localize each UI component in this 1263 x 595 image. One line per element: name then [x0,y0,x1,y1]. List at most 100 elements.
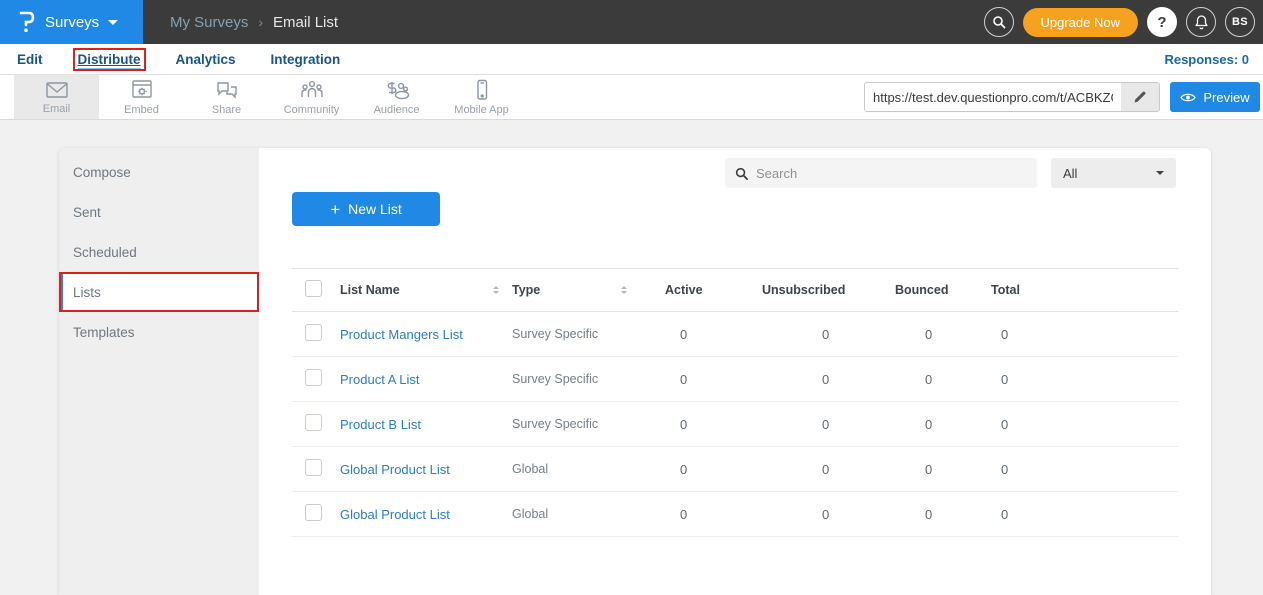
table-header-row: List Name Type Active Unsubscribed Bounc… [292,268,1178,312]
active-count: 0 [660,327,760,342]
new-list-button[interactable]: + New List [292,192,440,226]
list-search-input[interactable] [756,166,1027,181]
distribute-tab-embed[interactable]: Embed [99,75,184,119]
distribute-tab-community[interactable]: Community [269,75,354,119]
upgrade-button[interactable]: Upgrade Now [1023,8,1139,37]
list-name-link[interactable]: Global Product List [340,507,450,522]
survey-url-input[interactable] [865,83,1121,111]
breadcrumb-separator: › [258,14,263,30]
survey-url-group [864,82,1160,112]
bounced-count: 0 [895,327,990,342]
distribute-tab-mobile-app[interactable]: Mobile App [439,75,524,119]
bell-icon [1194,14,1209,30]
audience-icon [383,78,411,102]
tab-distribute[interactable]: Distribute [75,50,144,69]
survey-nav: Edit Distribute Analytics Integration Respo… [0,44,1263,75]
community-icon [298,78,326,102]
unsubscribed-count: 0 [760,327,895,342]
distribute-tab-email[interactable]: Email [14,75,99,119]
list-filter-dropdown[interactable]: All [1051,158,1176,188]
sidebar-item-scheduled[interactable]: Scheduled [59,232,259,272]
total-count: 0 [990,327,1178,342]
col-active: Active [660,283,760,297]
tab-analytics[interactable]: Analytics [173,50,239,69]
sort-type-icon[interactable] [621,286,627,294]
share-icon [214,79,240,102]
unsubscribed-count: 0 [760,372,895,387]
table-row: Product B ListSurvey Specific0000 [292,402,1178,447]
total-count: 0 [990,462,1178,477]
notifications-button[interactable] [1186,7,1216,37]
list-type: Global [512,462,548,476]
breadcrumb: My Surveys › Email List [170,14,338,31]
eye-icon [1180,92,1196,103]
search-button[interactable] [984,7,1014,37]
search-icon [992,15,1006,29]
row-checkbox[interactable] [305,324,322,341]
unsubscribed-count: 0 [760,417,895,432]
questionpro-logo-icon [18,10,36,34]
responses-count[interactable]: Responses: 0 [1164,52,1249,67]
breadcrumb-parent[interactable]: My Surveys [170,14,248,31]
col-type[interactable]: Type [512,283,540,297]
distribute-toolbar: Email Embed Share Community [0,75,1263,120]
breadcrumb-current: Email List [273,14,338,31]
total-count: 0 [990,417,1178,432]
col-list-name[interactable]: List Name [340,283,400,297]
email-lists-table: List Name Type Active Unsubscribed Bounc… [292,268,1178,537]
col-bounced: Bounced [895,283,990,297]
plus-icon: + [330,201,340,218]
sort-list-name-icon[interactable] [493,286,499,294]
row-checkbox[interactable] [305,369,322,386]
distribute-tab-audience[interactable]: Audience [354,75,439,119]
product-switcher[interactable]: Surveys [0,0,143,44]
list-name-link[interactable]: Product A List [340,372,420,387]
email-sidebar: ComposeSentScheduledListsTemplates [59,148,259,595]
row-checkbox[interactable] [305,459,322,476]
mobile-app-icon [469,78,495,102]
tab-edit[interactable]: Edit [14,50,46,69]
tab-label: Edit [17,52,43,67]
chevron-down-icon [108,20,118,30]
total-count: 0 [990,372,1178,387]
col-total: Total [990,283,1178,297]
filter-selected-value: All [1063,166,1077,181]
sidebar-item-compose[interactable]: Compose [59,152,259,192]
help-button[interactable]: ? [1147,7,1177,37]
unsubscribed-count: 0 [760,462,895,477]
select-all-checkbox[interactable] [305,280,322,297]
active-count: 0 [660,507,760,522]
row-checkbox[interactable] [305,504,322,521]
bounced-count: 0 [895,417,990,432]
total-count: 0 [990,507,1178,522]
sidebar-item-templates[interactable]: Templates [59,312,259,352]
avatar-initials: BS [1232,16,1248,28]
filter-row: All [259,158,1176,188]
user-avatar[interactable]: BS [1225,7,1255,37]
email-lists-panel: ComposeSentScheduledListsTemplates All + [59,148,1211,595]
active-count: 0 [660,462,760,477]
sidebar-item-sent[interactable]: Sent [59,192,259,232]
list-search-box [725,158,1037,188]
lists-content: All + New List List Name Type [259,148,1211,595]
row-checkbox[interactable] [305,414,322,431]
header-actions: Upgrade Now ? BS [984,7,1263,37]
table-row: Product Mangers ListSurvey Specific0000 [292,312,1178,357]
list-type: Survey Specific [512,327,598,341]
new-list-label: New List [348,201,402,217]
bounced-count: 0 [895,507,990,522]
list-type: Survey Specific [512,417,598,431]
bounced-count: 0 [895,462,990,477]
list-name-link[interactable]: Global Product List [340,462,450,477]
table-row: Global Product ListGlobal0000 [292,447,1178,492]
list-name-link[interactable]: Product B List [340,417,421,432]
sidebar-item-lists[interactable]: Lists [59,272,259,312]
distribute-tab-share[interactable]: Share [184,75,269,119]
preview-label: Preview [1203,90,1249,105]
tab-label: Analytics [176,52,236,67]
toolbar-right: Preview [864,82,1263,112]
preview-button[interactable]: Preview [1170,82,1260,112]
edit-url-button[interactable] [1121,83,1159,111]
list-name-link[interactable]: Product Mangers List [340,327,463,342]
tab-integration[interactable]: Integration [268,50,344,69]
